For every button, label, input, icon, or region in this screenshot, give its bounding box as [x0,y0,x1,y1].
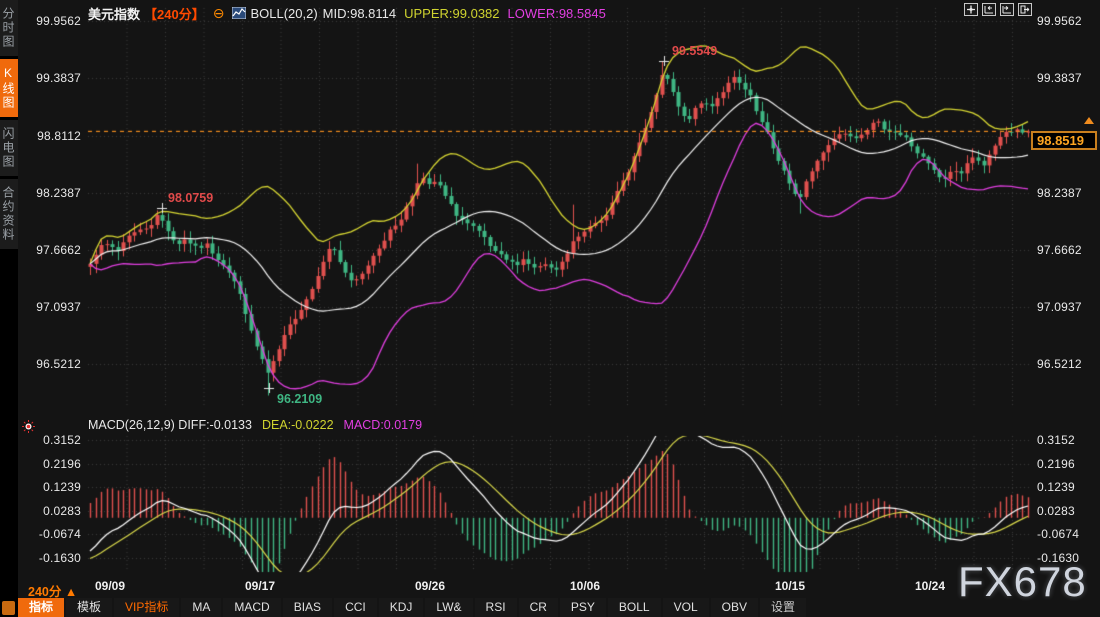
boll-lower-value: LOWER:98.5845 [508,6,606,21]
toolbar-item-settings[interactable]: 设置 [760,598,806,617]
price-annotation-peak: 99.5549 [672,44,717,58]
toolbar-item-rsi[interactable]: RSI [475,598,517,617]
toolbar-item-vol[interactable]: VOL [663,598,709,617]
x-axis-date: 10/06 [570,579,600,593]
macd-params-diff: MACD(26,12,9) DIFF:-0.0133 [88,418,252,432]
x-axis-date: 10/15 [775,579,805,593]
toolbar-item-indicator[interactable]: 指标 [18,598,64,617]
y-axis-label: 99.9562 [1037,14,1082,28]
toolbar-item-kdj[interactable]: KDJ [379,598,424,617]
toolbar-item-template[interactable]: 模板 [66,598,112,617]
x-axis-date: 09/17 [245,579,275,593]
macd-y-label: 0.1239 [1037,480,1075,494]
boll-mid-value: MID:98.8114 [323,6,396,21]
sidebar-tab-lightning[interactable]: 闪电图 [0,120,18,176]
price-chart-canvas[interactable] [0,0,1100,617]
boll-upper-value: UPPER:99.0382 [404,6,499,21]
toolbar-item-vip-indicator[interactable]: VIP指标 [114,598,179,617]
price-annotation-high: 98.0759 [168,191,213,205]
macd-y-label: 0.3152 [1037,433,1075,447]
x-axis-date: 09/26 [415,579,445,593]
window-controls [964,3,1032,16]
current-price-box: 98.8519 [1031,131,1097,150]
chart-application: 分时图 K线图 闪电图 合约资料 美元指数 【240分】 ⊖ BOLL(20,2… [0,0,1100,617]
y-axis-label: 98.2387 [1037,186,1082,200]
toolbar-item-cci[interactable]: CCI [334,598,377,617]
toolbar-item-obv[interactable]: OBV [711,598,758,617]
chart-header: 美元指数 【240分】 ⊖ BOLL(20,2) MID:98.8114 UPP… [88,4,606,22]
toolbar-item-cr[interactable]: CR [519,598,558,617]
alarm-icon[interactable] [22,420,35,433]
symbol-title: 美元指数 [88,4,140,23]
toolbar-item-bias[interactable]: BIAS [283,598,332,617]
toolbar-item-ma[interactable]: MA [181,598,221,617]
y-axis-label: 97.6662 [1037,243,1082,257]
line-chart-icon [232,7,246,19]
toolbar-item-boll[interactable]: BOLL [608,598,661,617]
macd-y-label: 0.2196 [1037,457,1075,471]
toolbar-item-lw[interactable]: LW& [425,598,472,617]
sidebar-tab-candlestick[interactable]: K线图 [0,59,18,117]
price-annotation-low: 96.2109 [277,392,322,406]
crosshair-icon[interactable] [964,3,978,16]
toolbar-item-psy[interactable]: PSY [560,598,606,617]
macd-y-label: 0.0283 [1037,504,1075,518]
x-axis-date: 10/24 [915,579,945,593]
macd-hist-value: MACD:0.0179 [344,418,423,432]
pan-left-icon[interactable] [982,3,996,16]
sidebar-tab-contract-info[interactable]: 合约资料 [0,179,18,249]
sidebar: 分时图 K线图 闪电图 合约资料 [0,0,18,617]
toolbar-item-macd[interactable]: MACD [223,598,280,617]
indicator-toolbar: 指标 模板 VIP指标 MA MACD BIAS CCI KDJ LW& RSI… [18,598,806,617]
interval-label: 【240分】 [144,4,205,23]
fx678-watermark: FX678 [958,558,1087,606]
exit-icon[interactable] [1018,3,1032,16]
macd-dea-value: DEA:-0.0222 [262,418,334,432]
corner-icon[interactable] [2,601,15,615]
pan-right-icon[interactable] [1000,3,1014,16]
x-axis-date: 09/09 [95,579,125,593]
price-marker-arrow-icon [1084,117,1094,124]
y-axis-label: 96.5212 [1037,357,1082,371]
collapse-icon[interactable]: ⊖ [213,7,225,19]
macd-header: MACD(26,12,9) DIFF:-0.0133 DEA:-0.0222 M… [88,418,422,432]
boll-params: BOLL(20,2) [250,6,317,21]
macd-y-label: -0.0674 [1037,527,1079,541]
sidebar-tab-timeline[interactable]: 分时图 [0,0,18,56]
y-axis-label: 97.0937 [1037,300,1082,314]
y-axis-label: 99.3837 [1037,71,1082,85]
